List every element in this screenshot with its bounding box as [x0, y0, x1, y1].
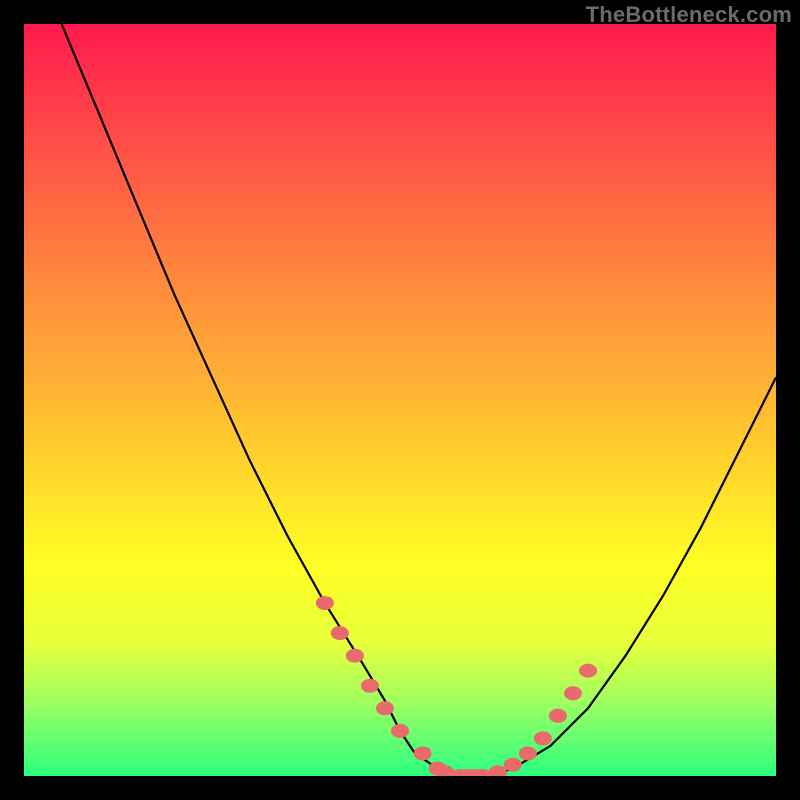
marker-group: [316, 596, 597, 776]
data-marker: [534, 731, 552, 745]
data-marker: [414, 746, 432, 760]
data-marker: [376, 701, 394, 715]
data-marker: [549, 709, 567, 723]
curve-layer: [24, 24, 776, 776]
plot-area: [24, 24, 776, 776]
data-marker: [361, 679, 379, 693]
bottleneck-curve: [62, 24, 776, 776]
data-marker: [346, 649, 364, 663]
data-marker: [489, 765, 507, 776]
data-marker: [519, 746, 537, 760]
data-marker: [564, 686, 582, 700]
data-marker: [331, 626, 349, 640]
data-marker: [579, 664, 597, 678]
data-marker: [391, 724, 409, 738]
data-marker: [504, 758, 522, 772]
watermark-text: TheBottleneck.com: [586, 2, 792, 28]
data-marker: [316, 596, 334, 610]
chart-frame: TheBottleneck.com: [0, 0, 800, 800]
curve-path: [62, 24, 776, 776]
